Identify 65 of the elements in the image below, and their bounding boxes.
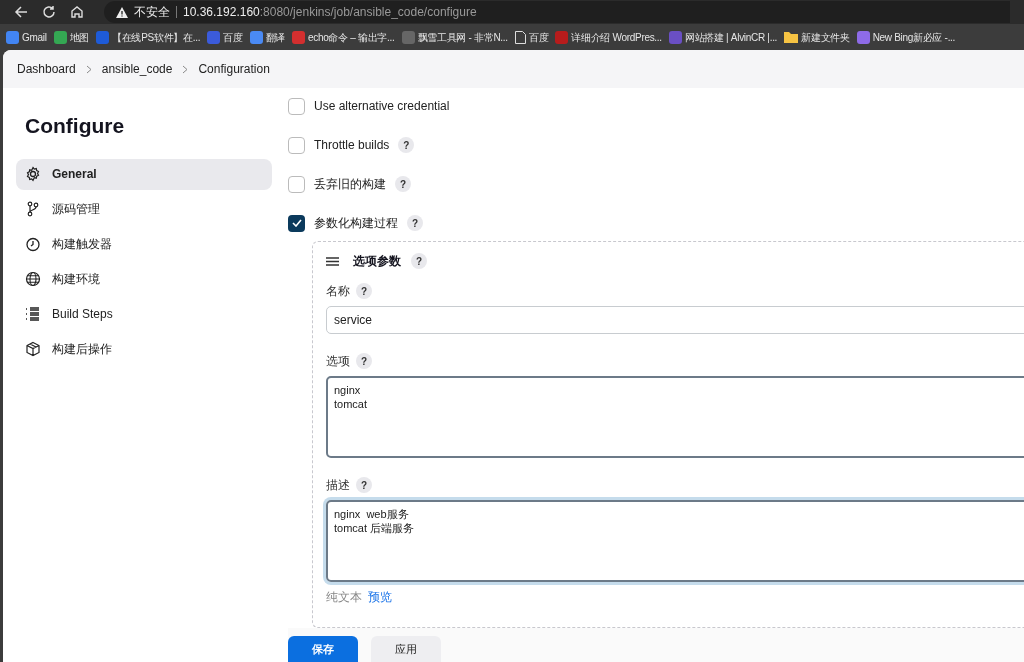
bookmark[interactable]: 【在线PS软件】在... [96, 29, 201, 45]
bookmark[interactable]: 飘雪工具网 - 非常N... [401, 29, 508, 45]
help-button[interactable]: ? [407, 215, 423, 231]
field-label: 名称 [326, 283, 350, 300]
help-button[interactable]: ? [356, 477, 372, 493]
bookmark[interactable]: 新建文件夹 [784, 29, 850, 45]
sidebar-item[interactable]: 构建后操作 [16, 333, 272, 365]
breadcrumb-link[interactable]: Dashboard [17, 60, 76, 78]
reload-icon[interactable] [42, 5, 56, 19]
bookmark[interactable]: New Bing新必应 -... [856, 29, 956, 45]
breadcrumb-link[interactable]: ansible_code [101, 60, 173, 78]
checkbox[interactable] [288, 175, 305, 193]
save-button[interactable]: 保存 [288, 636, 358, 662]
clock-icon [25, 236, 41, 252]
list-icon [25, 306, 41, 322]
bookmark[interactable]: Gmail [6, 29, 47, 45]
help-button[interactable]: ? [411, 253, 427, 269]
text-field[interactable]: service [326, 306, 1024, 334]
field-label: 选项 [326, 353, 350, 370]
url-text: 10.36.192.160:8080/jenkins/job/ansible_code/configure [183, 4, 477, 21]
branch-icon [25, 201, 41, 217]
help-button[interactable]: ? [395, 176, 411, 192]
home-icon[interactable] [70, 5, 84, 19]
checkbox-label: 参数化构建过程 [314, 215, 398, 232]
preview-link[interactable]: 预览 [368, 588, 392, 606]
bookmark[interactable]: echo命令 – 输出字... [291, 29, 395, 45]
settings-icon [25, 166, 41, 182]
warning-icon [116, 6, 128, 18]
help-button[interactable]: ? [398, 137, 415, 153]
text-area[interactable]: nginx web服务 tomcat 后端服务 [326, 500, 1024, 582]
chevron-icon [182, 64, 189, 74]
bookmark[interactable]: 地图 [53, 29, 90, 45]
address-bar[interactable]: 不安全 10.36.192.160:8080/jenkins/job/ansible_code/configure [104, 1, 1010, 23]
sidebar-item[interactable]: 源码管理 [16, 193, 272, 225]
chevron-icon [85, 64, 92, 74]
format-label: 纯文本 [326, 589, 362, 606]
sidebar-item[interactable]: 构建环境 [16, 263, 272, 295]
cube-icon [25, 341, 41, 357]
sidebar-item[interactable]: General [16, 158, 272, 190]
page-title: Configure [25, 113, 126, 139]
sidebar-item[interactable]: Build Steps [16, 298, 272, 330]
parameter-title: 选项参数 [353, 253, 401, 270]
help-button[interactable]: ? [356, 283, 372, 299]
bookmark[interactable]: 百度 [514, 29, 549, 45]
checkbox[interactable] [288, 136, 305, 154]
apply-button[interactable]: 应用 [371, 636, 441, 662]
field-label: 描述 [326, 477, 350, 494]
text-area[interactable]: nginx tomcat [326, 376, 1024, 458]
bookmark[interactable]: 翻译 [249, 29, 285, 45]
back-icon[interactable] [14, 5, 28, 19]
checkbox[interactable] [288, 214, 305, 232]
checkbox-label: Use alternative credential [314, 98, 450, 115]
bookmark[interactable]: 详细介绍 WordPres... [555, 29, 662, 45]
security-warning: 不安全 [134, 4, 170, 21]
bookmark[interactable]: 网站搭建 | AlvinCR |... [668, 29, 778, 45]
checkbox[interactable] [288, 97, 305, 115]
bookmark[interactable]: 百度 [207, 29, 243, 45]
globe-icon [25, 271, 41, 287]
breadcrumb-link[interactable]: Configuration [198, 60, 270, 78]
checkbox-label: Throttle builds [314, 137, 390, 154]
checkbox-label: 丢弃旧的构建 [314, 176, 386, 193]
checkmark-icon [291, 219, 302, 227]
sidebar-item[interactable]: 构建触发器 [16, 228, 272, 260]
help-button[interactable]: ? [356, 353, 372, 369]
drag-handle-icon[interactable] [326, 256, 339, 266]
